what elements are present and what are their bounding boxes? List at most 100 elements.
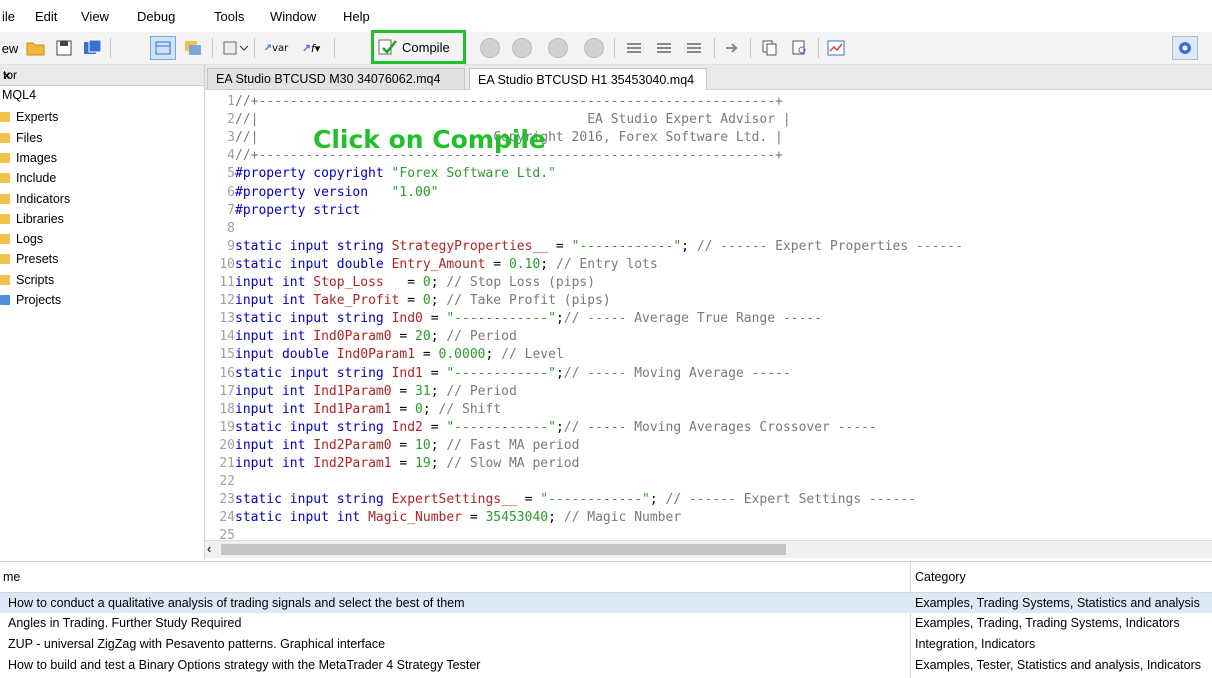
navigator-folder-presets[interactable]: Presets (0, 249, 58, 269)
navigator-folder-images[interactable]: Images (0, 148, 57, 168)
navigator-folder-indicators[interactable]: Indicators (0, 189, 70, 209)
code-line[interactable]: 7#property strict (205, 202, 360, 220)
var-icon[interactable]: ↗ var (262, 36, 290, 60)
code-line[interactable]: 13static input string Ind0 = "----------… (205, 310, 822, 328)
row-name: Angles in Trading. Further Study Require… (8, 616, 242, 630)
code-text: input double Ind0Param1 = 0.0000; // Lev… (235, 347, 564, 363)
code-line[interactable]: 15input double Ind0Param1 = 0.0000; // L… (205, 346, 564, 364)
function-label: f (310, 41, 315, 55)
code-line[interactable]: 23static input string ExpertSettings__ =… (205, 491, 916, 509)
code-line[interactable]: 19static input string Ind2 = "----------… (205, 419, 877, 437)
code-line[interactable]: 6#property version "1.00" (205, 184, 438, 202)
code-line[interactable]: 8 (205, 220, 235, 238)
var-label: var (272, 42, 289, 54)
tab-h1-file[interactable]: EA Studio BTCUSD H1 35453040.mq4 (469, 68, 707, 90)
line-number: 19 (219, 419, 235, 435)
code-text: input int Ind1Param0 = 31; // Period (235, 383, 517, 399)
chart-icon[interactable] (824, 36, 848, 60)
code-line[interactable]: 14input int Ind0Param0 = 20; // Period (205, 328, 516, 346)
code-line[interactable]: 22 (205, 473, 235, 491)
toolbox-icon[interactable] (180, 36, 206, 60)
tab-m30-file[interactable]: EA Studio BTCUSD M30 34076062.mq4 (207, 68, 465, 89)
line-number: 11 (219, 275, 235, 290)
table-row[interactable]: ZUP - universal ZigZag with Pesavento pa… (0, 634, 1212, 654)
run-to-cursor-icon[interactable] (720, 36, 744, 60)
menu-window[interactable]: Window (270, 9, 316, 24)
find-icon[interactable] (788, 36, 812, 60)
code-line[interactable]: 18input int Ind1Param1 = 0; // Shift (205, 401, 501, 419)
start-debug-icon[interactable] (478, 36, 502, 60)
save-icon[interactable] (52, 36, 76, 60)
table-row[interactable]: How to conduct a qualitative analysis of… (0, 593, 1212, 613)
step-over-icon[interactable] (652, 36, 676, 60)
navigator-toggle-icon[interactable] (150, 36, 176, 60)
code-line[interactable]: 24static input int Magic_Number = 354530… (205, 509, 681, 527)
line-number: 1 (227, 94, 235, 109)
code-line[interactable]: 9static input string StrategyProperties_… (205, 238, 963, 256)
code-line[interactable]: 10static input double Entry_Amount = 0.1… (205, 256, 657, 274)
line-number: 2 (227, 112, 235, 128)
code-line[interactable]: 21input int Ind2Param1 = 19; // Slow MA … (205, 455, 579, 473)
step-into-icon[interactable] (622, 36, 646, 60)
navigator-folder-include[interactable]: Include (0, 168, 56, 188)
play-icon[interactable] (510, 36, 534, 60)
compile-button[interactable]: Compile (378, 36, 450, 58)
menu-view[interactable]: View (81, 9, 109, 24)
navigator-panel: tor × MQL4 Experts Files Images Include … (0, 65, 205, 560)
menu-tools[interactable]: Tools (214, 9, 244, 24)
code-line[interactable]: 11input int Stop_Loss = 0; // Stop Loss … (205, 274, 595, 292)
code-text: input int Ind2Param0 = 10; // Fast MA pe… (235, 437, 580, 453)
code-line[interactable]: 17input int Ind1Param0 = 31; // Period (205, 383, 517, 401)
column-header-name[interactable]: me (3, 570, 20, 584)
navigator-folder-files[interactable]: Files (0, 128, 42, 148)
code-text: input int Stop_Loss = 0; // Stop Loss (p… (235, 275, 596, 290)
navigator-folder-experts[interactable]: Experts (0, 107, 58, 127)
function-icon[interactable]: ↗ f ▾ (294, 36, 328, 60)
row-category: Examples, Trading, Trading Systems, Indi… (915, 616, 1180, 630)
menu-edit[interactable]: Edit (35, 9, 57, 24)
code-text: //+-------------------------------------… (235, 94, 783, 109)
new-button-label[interactable]: ew (0, 36, 20, 60)
open-folder-icon[interactable] (24, 36, 48, 60)
pause-icon[interactable] (546, 36, 570, 60)
code-line[interactable]: 5#property copyright "Forex Software Ltd… (205, 165, 556, 183)
code-line[interactable]: 1//+------------------------------------… (205, 93, 783, 111)
menu-help[interactable]: Help (343, 9, 370, 24)
menu-debug[interactable]: Debug (137, 9, 175, 24)
navigator-folder-projects[interactable]: Projects (0, 290, 61, 310)
line-number: 5 (227, 166, 235, 182)
line-number: 3 (227, 130, 235, 146)
code-line[interactable]: 12input int Take_Profit = 0; // Take Pro… (205, 292, 611, 310)
copy-icon[interactable] (758, 36, 782, 60)
settings-gear-icon[interactable] (1172, 36, 1198, 60)
scroll-left-icon[interactable]: ‹ (207, 541, 211, 556)
code-text: input int Take_Profit = 0; // Take Profi… (235, 293, 611, 309)
line-number: 18 (219, 401, 235, 417)
table-row[interactable]: How to build and test a Binary Options s… (0, 655, 1212, 675)
code-line[interactable]: 25 (205, 527, 235, 540)
navigator-close-icon[interactable]: × (3, 68, 196, 83)
navigator-folder-scripts[interactable]: Scripts (0, 270, 54, 290)
insert-dropdown-icon[interactable] (220, 36, 250, 60)
navigator-root[interactable]: MQL4 (2, 88, 36, 102)
save-all-icon[interactable] (80, 36, 106, 60)
line-number: 16 (219, 365, 235, 381)
folder-icon (0, 153, 10, 163)
column-header-category[interactable]: Category (915, 570, 966, 584)
code-line[interactable]: 20input int Ind2Param0 = 10; // Fast MA … (205, 437, 579, 455)
scrollbar-thumb[interactable] (221, 544, 786, 555)
code-text: static input string ExpertSettings__ = "… (235, 492, 916, 508)
line-number: 13 (219, 311, 235, 327)
navigator-folder-logs[interactable]: Logs (0, 229, 43, 249)
stop-icon[interactable] (582, 36, 606, 60)
compile-highlight: Compile (371, 30, 466, 64)
code-editor[interactable]: 1//+------------------------------------… (205, 90, 1212, 540)
folder-icon (0, 254, 10, 264)
line-number: 21 (219, 456, 235, 471)
code-line[interactable]: 16static input string Ind1 = "----------… (205, 365, 790, 383)
menu-file[interactable]: ile (2, 9, 15, 24)
step-out-icon[interactable] (682, 36, 706, 60)
editor-horizontal-scrollbar[interactable]: ‹ (205, 540, 1212, 558)
navigator-folder-libraries[interactable]: Libraries (0, 209, 64, 229)
table-row[interactable]: Angles in Trading. Further Study Require… (0, 613, 1212, 633)
